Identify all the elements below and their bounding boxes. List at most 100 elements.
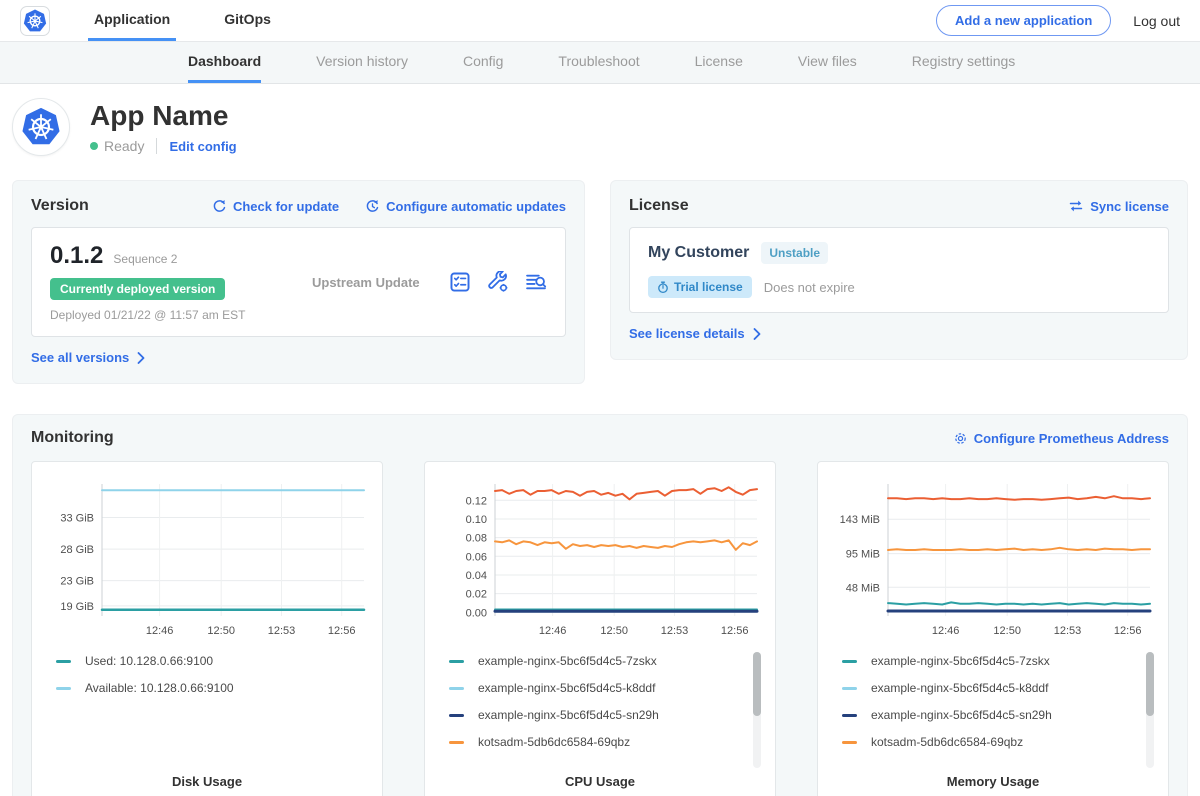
svg-text:12:46: 12:46 <box>539 625 567 637</box>
channel-badge: Unstable <box>761 242 828 264</box>
legend-label: Used: 10.128.0.66:9100 <box>85 654 213 668</box>
svg-text:19 GiB: 19 GiB <box>60 601 94 613</box>
svg-text:12:56: 12:56 <box>328 625 356 637</box>
tab-dashboard[interactable]: Dashboard <box>188 42 261 83</box>
legend-label: Available: 10.128.0.66:9100 <box>85 681 234 695</box>
legend-scrollbar[interactable] <box>1146 652 1154 768</box>
see-all-versions-label: See all versions <box>31 350 129 365</box>
license-type-badge: Trial license <box>648 276 752 298</box>
see-all-versions-link[interactable]: See all versions <box>31 350 145 365</box>
legend-item: example-nginx-5bc6f5d4c5-k8ddf <box>449 681 763 695</box>
tab-version-history[interactable]: Version history <box>316 42 408 83</box>
svg-text:0.12: 0.12 <box>466 495 487 507</box>
version-sequence: Sequence 2 <box>113 252 177 266</box>
tab-registry-settings-label: Registry settings <box>912 53 1015 69</box>
svg-text:48 MiB: 48 MiB <box>846 582 880 594</box>
svg-text:23 GiB: 23 GiB <box>60 576 94 588</box>
sync-license-link[interactable]: Sync license <box>1068 199 1169 214</box>
tab-config[interactable]: Config <box>463 42 503 83</box>
tab-license-label: License <box>695 53 743 69</box>
topnav-tabs: Application GitOps <box>88 0 319 41</box>
disk-usage-chart-card: 33 GiB28 GiB23 GiB19 GiB12:4612:5012:531… <box>31 461 383 796</box>
edit-config-link[interactable]: Edit config <box>169 139 236 154</box>
legend-scrollbar-thumb[interactable] <box>753 652 761 716</box>
memory-usage-chart-card: 143 MiB95 MiB48 MiB12:4612:5012:5312:56 … <box>817 461 1169 796</box>
tab-license[interactable]: License <box>695 42 743 83</box>
license-card: License Sync license My Customer Unstabl… <box>610 180 1188 360</box>
tab-config-label: Config <box>463 53 503 69</box>
divider <box>156 138 157 154</box>
svg-text:12:50: 12:50 <box>600 625 628 637</box>
version-card-title: Version <box>31 197 89 215</box>
refresh-icon <box>212 199 227 214</box>
svg-text:0.10: 0.10 <box>466 514 487 526</box>
legend-color-dash <box>449 741 464 744</box>
cpu-usage-chart-title: CPU Usage <box>437 768 763 793</box>
svg-text:12:56: 12:56 <box>1114 625 1142 637</box>
chevron-right-icon <box>753 328 761 340</box>
see-license-details-label: See license details <box>629 326 745 341</box>
configure-prometheus-link[interactable]: Configure Prometheus Address <box>953 431 1169 446</box>
memory-usage-legend: example-nginx-5bc6f5d4c5-7zskxexample-ng… <box>830 654 1156 768</box>
license-expiry: Does not expire <box>764 280 855 295</box>
svg-text:12:53: 12:53 <box>268 625 296 637</box>
monitoring-section: Monitoring Configure Prometheus Address … <box>12 414 1188 796</box>
view-logs-icon[interactable] <box>525 271 547 293</box>
tab-troubleshoot-label: Troubleshoot <box>558 53 639 69</box>
legend-color-dash <box>449 714 464 717</box>
status-dot <box>90 142 98 150</box>
app-avatar <box>12 98 70 156</box>
top-nav: Application GitOps Add a new application… <box>0 0 1200 42</box>
legend-label: example-nginx-5bc6f5d4c5-7zskx <box>478 654 657 668</box>
svg-text:0.00: 0.00 <box>466 607 487 619</box>
svg-text:0.04: 0.04 <box>466 570 487 582</box>
legend-label: example-nginx-5bc6f5d4c5-sn29h <box>478 708 659 722</box>
svg-text:12:50: 12:50 <box>207 625 235 637</box>
tab-view-files[interactable]: View files <box>798 42 857 83</box>
app-subnav: Dashboard Version history Config Trouble… <box>0 42 1200 84</box>
cpu-usage-chart-card: 0.120.100.080.060.040.020.0012:4612:5012… <box>424 461 776 796</box>
configure-automatic-updates-label: Configure automatic updates <box>386 199 566 214</box>
legend-color-dash <box>56 660 71 663</box>
sync-license-label: Sync license <box>1090 199 1169 214</box>
tab-application[interactable]: Application <box>88 0 176 41</box>
legend-item: example-nginx-5bc6f5d4c5-7zskx <box>449 654 763 668</box>
disk-usage-chart-title: Disk Usage <box>44 768 370 793</box>
legend-item: kotsadm-5db6dc6584-69qbz <box>842 735 1156 749</box>
monitoring-title: Monitoring <box>31 429 114 447</box>
legend-scrollbar-thumb[interactable] <box>1146 652 1154 716</box>
legend-color-dash <box>449 687 464 690</box>
see-license-details-link[interactable]: See license details <box>629 326 761 341</box>
legend-scrollbar[interactable] <box>753 652 761 768</box>
deployed-timestamp: Deployed 01/21/22 @ 11:57 am EST <box>50 308 300 322</box>
configure-automatic-updates-link[interactable]: Configure automatic updates <box>365 199 566 214</box>
tab-troubleshoot[interactable]: Troubleshoot <box>558 42 639 83</box>
tab-gitops-label: GitOps <box>224 11 271 27</box>
customer-name: My Customer <box>648 244 749 262</box>
legend-item: example-nginx-5bc6f5d4c5-sn29h <box>449 708 763 722</box>
cpu-usage-chart: 0.120.100.080.060.040.020.0012:4612:5012… <box>437 474 765 642</box>
check-for-update-link[interactable]: Check for update <box>212 199 339 214</box>
legend-color-dash <box>842 660 857 663</box>
license-type-label: Trial license <box>674 280 743 294</box>
clock-refresh-icon <box>365 199 380 214</box>
tab-gitops[interactable]: GitOps <box>218 0 277 41</box>
update-type-label: Upstream Update <box>300 275 449 290</box>
version-number: 0.1.2 <box>50 242 103 270</box>
logout-link[interactable]: Log out <box>1133 13 1180 29</box>
edit-config-wrench-icon[interactable] <box>487 271 509 293</box>
page-title: App Name <box>90 100 237 132</box>
version-card: Version Check for update Configure autom… <box>12 180 585 384</box>
license-panel: My Customer Unstable Trial license Does … <box>629 227 1169 313</box>
sync-arrows-icon <box>1068 199 1084 213</box>
legend-label: example-nginx-5bc6f5d4c5-sn29h <box>871 708 1052 722</box>
kubernetes-logo[interactable] <box>20 6 50 36</box>
cpu-usage-legend: example-nginx-5bc6f5d4c5-7zskx example-ng… <box>437 654 763 768</box>
tab-registry-settings[interactable]: Registry settings <box>912 42 1015 83</box>
legend-color-dash <box>842 687 857 690</box>
svg-text:12:56: 12:56 <box>721 625 749 637</box>
svg-text:95 MiB: 95 MiB <box>846 549 880 561</box>
preflight-checklist-icon[interactable] <box>449 271 471 293</box>
add-new-application-button[interactable]: Add a new application <box>936 5 1111 36</box>
legend-item: example-nginx-5bc6f5d4c5-k8ddf <box>842 681 1156 695</box>
